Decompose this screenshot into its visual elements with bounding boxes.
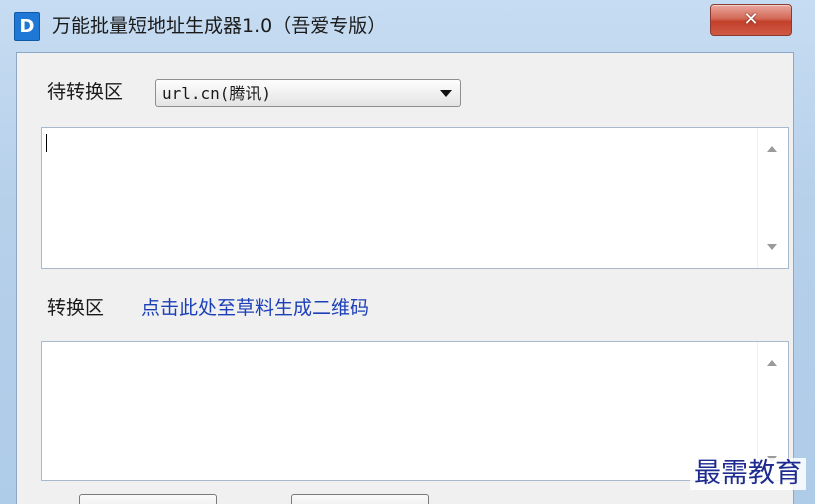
- input-textarea[interactable]: [41, 127, 789, 269]
- client-area: 待转换区 url.cn(腾讯) 转换区 点击此处至草料生成二维码: [16, 52, 794, 504]
- app-icon: D: [14, 12, 40, 41]
- output-area-label: 转换区: [47, 297, 105, 319]
- action-button-2[interactable]: [291, 494, 429, 504]
- close-button[interactable]: ✕: [710, 4, 792, 36]
- title-bar[interactable]: D 万能批量短地址生成器1.0（吾爱专版） ✕: [0, 0, 815, 52]
- qr-code-link[interactable]: 点击此处至草料生成二维码: [141, 295, 369, 321]
- input-scrollbar[interactable]: [757, 128, 788, 268]
- app-window: D 万能批量短地址生成器1.0（吾爱专版） ✕ 待转换区 url.cn(腾讯) …: [0, 0, 815, 504]
- scroll-down-arrow-icon[interactable]: [767, 244, 777, 250]
- dropdown-arrow-icon: [440, 90, 452, 97]
- service-select-value: url.cn(腾讯): [162, 84, 272, 103]
- text-caret: [46, 134, 47, 152]
- scroll-up-arrow-icon[interactable]: [767, 360, 777, 366]
- close-icon: ✕: [743, 9, 759, 30]
- service-select[interactable]: url.cn(腾讯): [155, 79, 461, 107]
- input-area-label: 待转换区: [47, 81, 124, 103]
- watermark-text: 最需教育: [690, 458, 806, 490]
- scroll-up-arrow-icon[interactable]: [767, 146, 777, 152]
- action-button-1[interactable]: [79, 494, 217, 504]
- output-textarea[interactable]: [41, 341, 789, 481]
- window-title: 万能批量短地址生成器1.0（吾爱专版）: [52, 15, 387, 37]
